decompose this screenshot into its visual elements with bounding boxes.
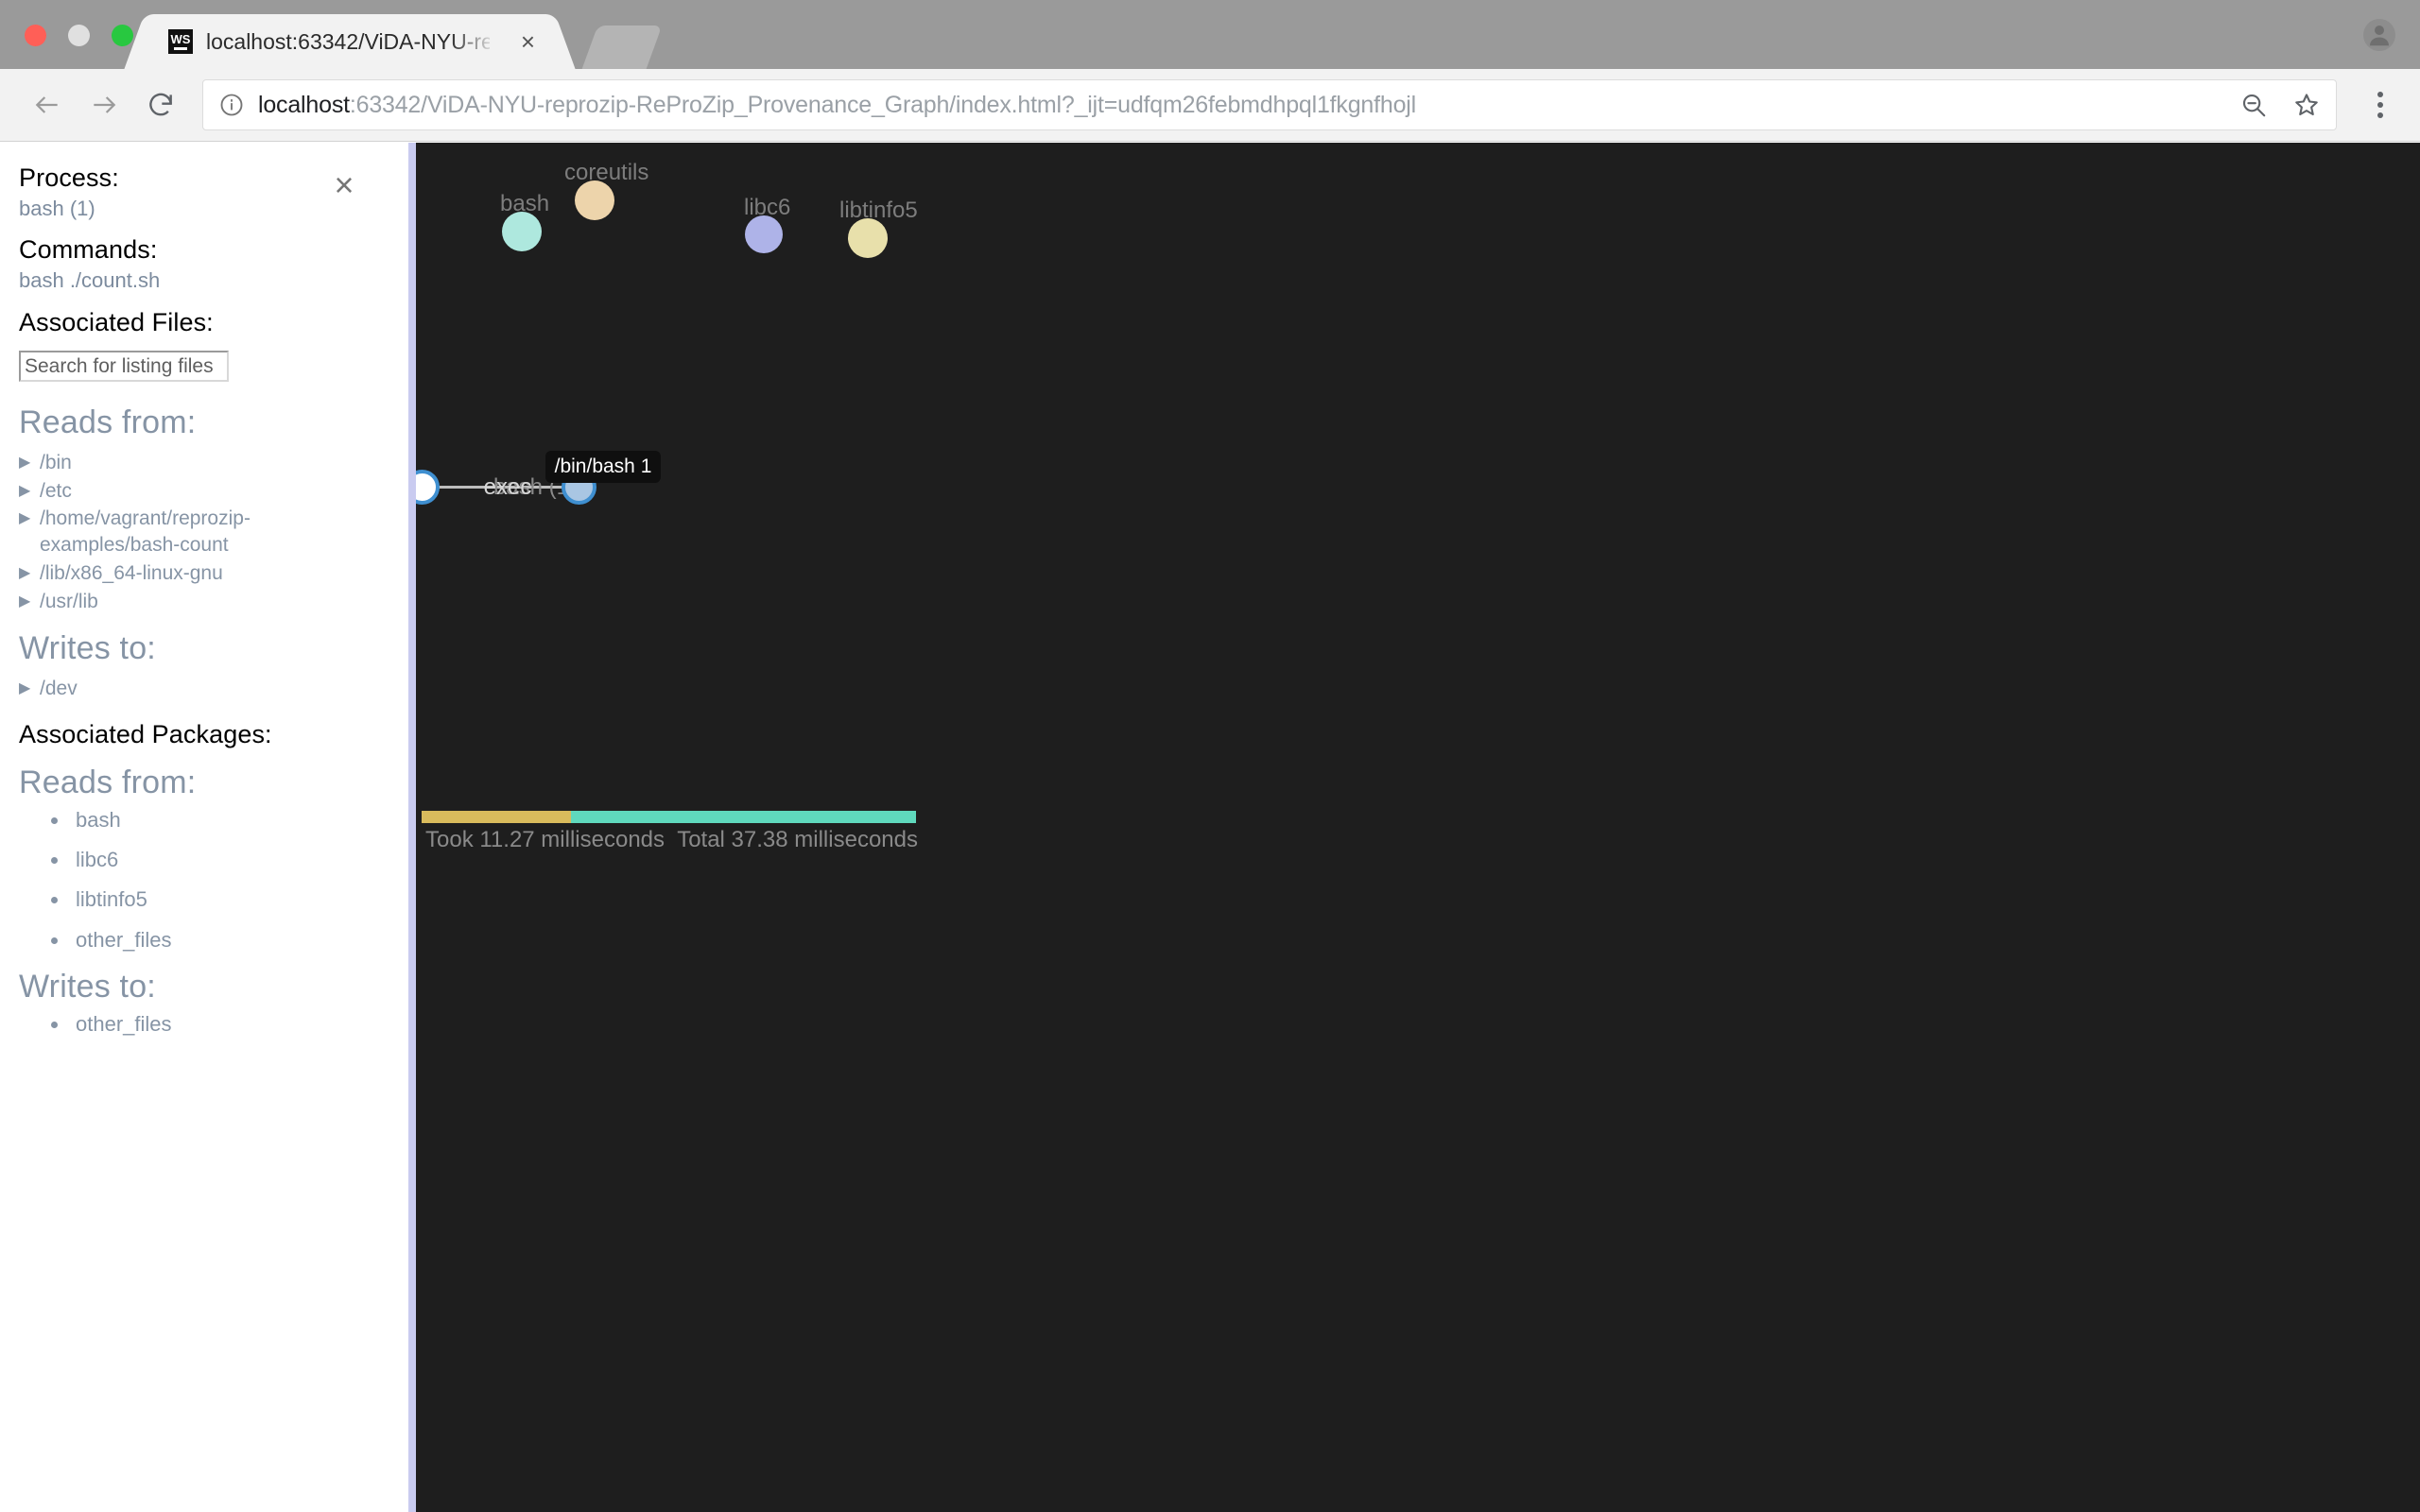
files-writes-list: ▶/dev: [19, 675, 389, 703]
file-tree-label: /lib/x86_64-linux-gnu: [40, 561, 223, 584]
zoom-out-icon[interactable]: [2239, 91, 2268, 119]
expand-triangle-icon[interactable]: ▶: [19, 589, 40, 614]
timeline-elapsed-label: Took 11.27 milliseconds: [425, 827, 666, 852]
expand-triangle-icon[interactable]: ▶: [19, 560, 40, 586]
browser-menu-button[interactable]: [2360, 92, 2401, 118]
file-tree-item[interactable]: ▶/bin: [19, 449, 389, 477]
file-tree-label: /home/vagrant/reprozip-examples/bash-cou…: [40, 507, 251, 557]
sidebar-resize-handle[interactable]: [408, 143, 416, 1512]
close-sidebar-button[interactable]: ×: [325, 166, 363, 204]
commands-heading: Commands:: [19, 235, 158, 264]
url-path: :63342/ViDA-NYU-reprozip-ReProZip_Proven…: [349, 91, 1416, 118]
timeline-remaining-bar: [570, 811, 916, 823]
packages-writes-to-heading: Writes to:: [19, 968, 156, 1005]
package-list-item[interactable]: libtinfo5: [19, 888, 389, 911]
tab-title: localhost:63342/ViDA-NYU-re: [206, 28, 490, 54]
omnibox-icons: [2239, 91, 2321, 119]
favicon-text: WS: [170, 32, 191, 46]
packages-reads-from-heading: Reads from:: [19, 765, 197, 801]
file-tree-item[interactable]: ▶/etc: [19, 477, 389, 506]
file-tree-item[interactable]: ▶/home/vagrant/reprozip-examples/bash-co…: [19, 505, 389, 558]
package-node-circle[interactable]: [848, 218, 888, 258]
associated-packages-heading: Associated Packages:: [19, 720, 272, 749]
files-reads-list: ▶/bin ▶/etc ▶/home/vagrant/reprozip-exampl…: [19, 449, 389, 615]
edge-label-exec: exec: [483, 474, 532, 500]
timeline-elapsed-bar: [422, 811, 571, 823]
tab-strip: WS localhost:63342/ViDA-NYU-re ×: [0, 0, 2420, 69]
expand-triangle-icon[interactable]: ▶: [19, 478, 40, 504]
file-tree-label: /usr/lib: [40, 590, 98, 612]
search-input[interactable]: [19, 351, 229, 382]
provenance-graph-canvas[interactable]: bashcoreutilslibc6libtinfo5 count.sh (1)…: [416, 143, 2420, 1512]
expand-triangle-icon[interactable]: ▶: [19, 506, 40, 531]
packages-writes-list: other_files: [19, 1012, 389, 1036]
menu-dot: [2377, 92, 2383, 97]
packages-reads-list: bash libc6 libtinfo5 other_files: [19, 808, 389, 952]
close-window-button[interactable]: [25, 25, 46, 46]
process-node-start[interactable]: [416, 469, 440, 505]
file-tree-item[interactable]: ▶/lib/x86_64-linux-gnu: [19, 559, 389, 588]
node-tooltip: /bin/bash 1: [544, 451, 662, 483]
reload-icon: [149, 93, 172, 116]
file-tree-label: /dev: [40, 678, 78, 700]
maximize-window-button[interactable]: [112, 25, 133, 46]
favicon-underline: [174, 47, 187, 50]
webstorm-favicon-icon: WS: [168, 29, 193, 54]
details-sidebar: × Process: bash (1) Commands: bash ./cou…: [0, 143, 408, 1512]
back-icon: [35, 96, 58, 113]
url-text: localhost:63342/ViDA-NYU-reprozip-ReProZ…: [258, 92, 1416, 119]
avatar[interactable]: [2363, 19, 2395, 51]
file-tree-item[interactable]: ▶/usr/lib: [19, 588, 389, 616]
new-tab-area[interactable]: [581, 26, 663, 69]
star-icon[interactable]: [2292, 91, 2321, 119]
commands-value[interactable]: bash ./count.sh: [19, 268, 389, 293]
file-tree-item[interactable]: ▶/dev: [19, 675, 389, 703]
file-tree-label: /etc: [40, 479, 72, 502]
forward-button[interactable]: [76, 77, 132, 133]
files-writes-to-heading: Writes to:: [19, 630, 156, 667]
forward-icon: [94, 96, 116, 113]
tab-close-icon[interactable]: ×: [521, 29, 535, 54]
menu-dot: [2377, 102, 2383, 108]
browser-tab[interactable]: WS localhost:63342/ViDA-NYU-re ×: [151, 14, 548, 69]
browser-toolbar: localhost:63342/ViDA-NYU-reprozip-ReProZ…: [0, 69, 2420, 142]
package-list-item[interactable]: other_files: [19, 1012, 389, 1036]
package-node-circle[interactable]: [502, 212, 542, 251]
menu-dot: [2377, 112, 2383, 118]
back-button[interactable]: [19, 77, 76, 133]
file-tree-label: /bin: [40, 452, 72, 473]
files-reads-from-heading: Reads from:: [19, 404, 197, 440]
minimize-window-button[interactable]: [68, 25, 90, 46]
package-list-item[interactable]: other_files: [19, 928, 389, 952]
url-host: localhost: [258, 91, 350, 118]
package-node-circle[interactable]: [745, 215, 783, 253]
package-list-item[interactable]: libc6: [19, 849, 389, 871]
address-bar[interactable]: localhost:63342/ViDA-NYU-reprozip-ReProZ…: [202, 79, 2337, 130]
window-traffic-lights: [25, 25, 133, 46]
timeline-total-label: Total 37.38 milliseconds: [677, 827, 918, 852]
package-node-label: libtinfo5: [839, 198, 918, 223]
expand-triangle-icon[interactable]: ▶: [19, 676, 40, 701]
avatar-icon: [2370, 26, 2389, 46]
info-icon[interactable]: [218, 92, 245, 118]
expand-triangle-icon[interactable]: ▶: [19, 450, 40, 475]
package-node-label: coreutils: [564, 160, 649, 185]
package-list-item[interactable]: bash: [19, 808, 389, 832]
reload-button[interactable]: [132, 77, 189, 133]
page-content: × Process: bash (1) Commands: bash ./cou…: [0, 143, 2420, 1512]
browser-window: WS localhost:63342/ViDA-NYU-re × localho…: [0, 0, 2420, 1512]
package-node-circle[interactable]: [575, 180, 614, 220]
associated-files-heading: Associated Files:: [19, 308, 214, 336]
